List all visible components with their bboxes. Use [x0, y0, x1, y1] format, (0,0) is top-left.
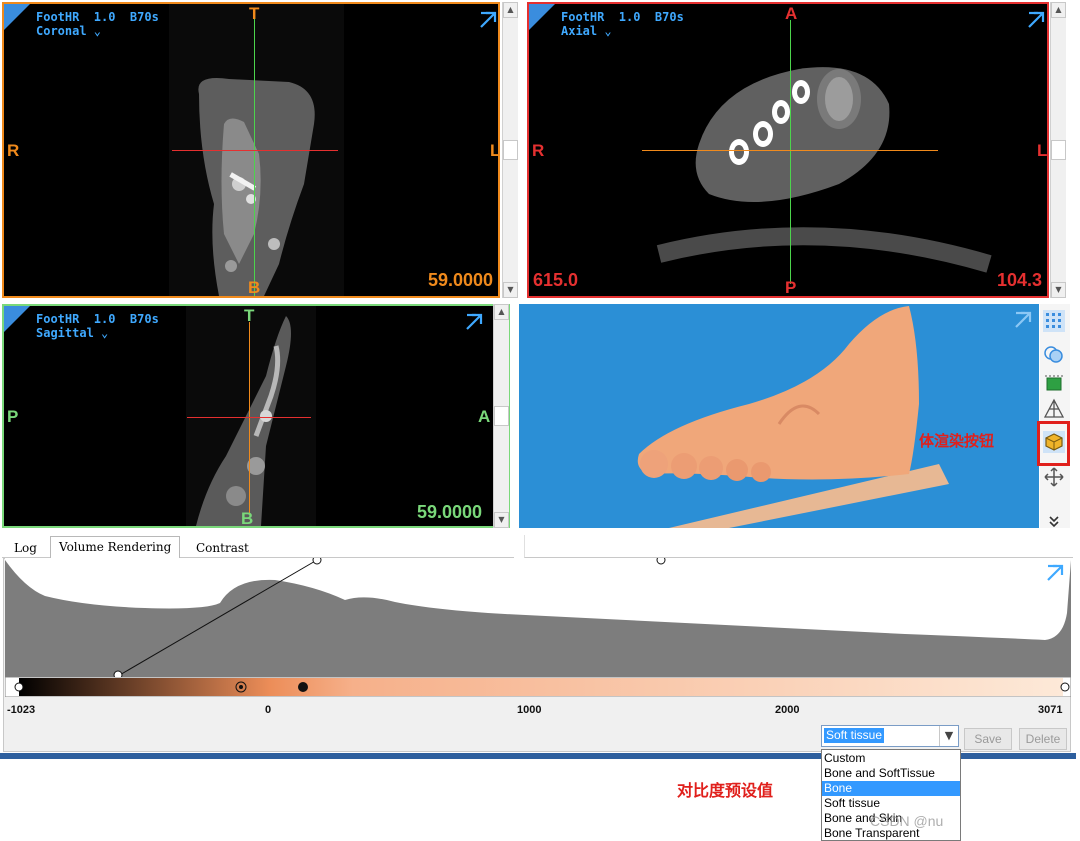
sagittal-scan-image [186, 306, 316, 526]
scroll-thumb[interactable] [503, 140, 518, 160]
axial-slice-readout: 104.3 [997, 270, 1043, 290]
expand-icon[interactable] [464, 312, 484, 332]
save-preset-button[interactable]: Save [964, 728, 1012, 750]
viewport-corner-marker [4, 306, 30, 332]
volume-button-annotation: 体渲染按钮 [919, 432, 995, 450]
sagittal-crosshair-vertical[interactable] [249, 322, 250, 514]
sagittal-viewport[interactable]: FootHR 1.0 B70s Sagittal ⌄ T B P A 59.00… [2, 304, 510, 528]
preset-option-highlighted[interactable]: Bone [822, 781, 960, 796]
scroll-down-arrow-icon[interactable]: ▼ [503, 282, 518, 298]
axial-scan-image [656, 67, 992, 273]
watermark: CSDN @nu [870, 813, 944, 829]
viewport-corner-marker [529, 4, 555, 30]
delete-preset-button[interactable]: Delete [1019, 728, 1067, 750]
axial-viewport[interactable]: FootHR 1.0 B70s Axial ⌄ A P R L 615.0 10… [527, 2, 1049, 298]
scroll-up-arrow-icon[interactable]: ▲ [503, 2, 518, 18]
scroll-down-arrow-icon[interactable]: ▼ [494, 512, 509, 528]
sagittal-scrollbar[interactable]: ▲ ▼ [493, 304, 509, 528]
secondary-tab-bar [524, 535, 1073, 558]
preset-selected-value: Soft tissue [824, 728, 885, 743]
sagittal-crosshair-horizontal[interactable] [187, 417, 311, 418]
sagittal-orient-right: A [478, 407, 491, 426]
preset-option[interactable]: Custom [822, 751, 960, 766]
axis-tick-label: 3071 [1038, 704, 1063, 716]
coronal-orient-bottom: B [248, 278, 261, 297]
axial-crosshair-vertical[interactable] [790, 20, 791, 284]
coronal-crosshair-horizontal[interactable] [172, 150, 338, 151]
axial-title: FootHR 1.0 B70s Axial ⌄ [561, 10, 684, 38]
expand-icon[interactable] [1045, 563, 1065, 583]
coronal-orient-right: L [490, 141, 500, 160]
scroll-up-arrow-icon[interactable]: ▲ [1051, 2, 1066, 18]
preset-option[interactable]: Bone and SoftTissue [822, 766, 960, 781]
volume-3d-viewport[interactable]: 体渲染按钮 [519, 304, 1039, 528]
grid-layout-icon[interactable] [1043, 310, 1065, 332]
coronal-viewport[interactable]: FootHR 1.0 B70s Coronal ⌄ T B R L 59.000… [2, 2, 500, 298]
axial-orient-top: A [785, 4, 798, 23]
expand-icon[interactable] [1026, 10, 1046, 30]
histogram-plot[interactable] [5, 558, 1071, 678]
overlay-icon[interactable] [1043, 343, 1065, 365]
chevron-down-icon[interactable]: ▼ [939, 726, 958, 746]
scroll-thumb[interactable] [494, 406, 509, 426]
axial-orient-left: R [532, 141, 545, 160]
sagittal-title: FootHR 1.0 B70s Sagittal ⌄ [36, 312, 159, 340]
coronal-orient-top: T [249, 4, 260, 23]
color-transfer-bar[interactable] [5, 677, 1071, 697]
foot-volume-render [637, 306, 949, 528]
tab-volume-rendering[interactable]: Volume Rendering [50, 536, 181, 558]
axis-tick-label: 0 [265, 704, 272, 716]
scroll-up-arrow-icon[interactable]: ▲ [494, 304, 509, 320]
preset-option[interactable]: Soft tissue [822, 796, 960, 811]
scroll-thumb[interactable] [1051, 140, 1066, 160]
crop-box-icon[interactable] [1043, 372, 1065, 394]
axis-tick-label: 2000 [775, 704, 800, 716]
volume-render-icon[interactable] [1043, 431, 1065, 453]
expand-icon[interactable] [478, 10, 498, 30]
sagittal-slice-readout: 59.0000 [417, 502, 483, 522]
coronal-slice-readout: 59.0000 [428, 270, 494, 290]
axial-scrollbar[interactable]: ▲ ▼ [1050, 2, 1066, 298]
coronal-scrollbar[interactable]: ▲ ▼ [502, 2, 518, 298]
sagittal-orient-left: P [7, 407, 19, 426]
coronal-title: FootHR 1.0 B70s Coronal ⌄ [36, 10, 159, 38]
preset-annotation: 对比度预设值 [677, 781, 774, 800]
axial-window-readout: 615.0 [533, 270, 579, 290]
sagittal-orient-bottom: B [241, 509, 254, 528]
coronal-crosshair-vertical[interactable] [254, 18, 255, 296]
viewport-corner-marker [4, 4, 30, 30]
mesh-icon[interactable] [1043, 398, 1065, 420]
scroll-down-arrow-icon[interactable]: ▼ [1051, 282, 1066, 298]
tab-contrast[interactable]: Contrast [188, 538, 257, 558]
sagittal-orient-top: T [244, 306, 255, 325]
more-chevron-icon[interactable] [1043, 511, 1065, 533]
axial-orient-bottom: P [785, 278, 797, 297]
axial-orient-right: L [1037, 141, 1048, 160]
expand-icon[interactable] [1013, 310, 1033, 330]
tab-log[interactable]: Log [6, 538, 45, 558]
axis-tick-label: -1023 [7, 704, 36, 716]
coronal-orient-left: R [7, 141, 20, 160]
axial-crosshair-horizontal[interactable] [642, 150, 938, 151]
move-icon[interactable] [1043, 466, 1065, 488]
axis-tick-label: 1000 [517, 704, 542, 716]
preset-select[interactable]: Soft tissue ▼ [821, 725, 959, 747]
